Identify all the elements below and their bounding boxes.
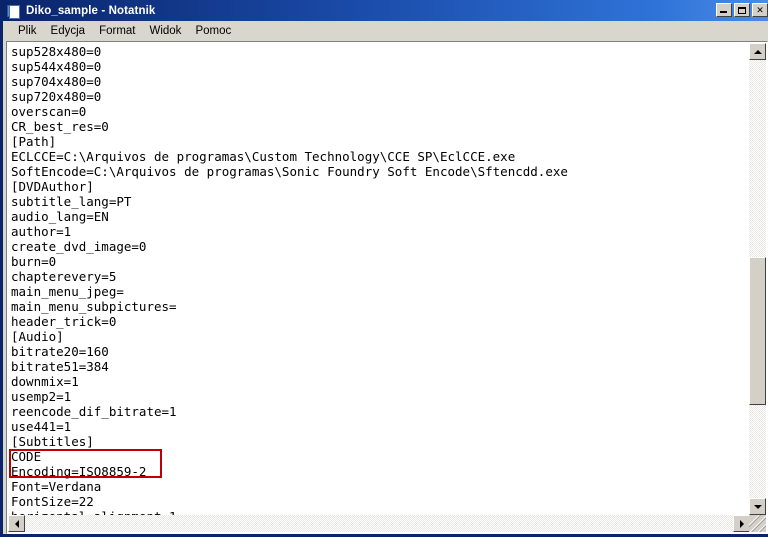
notepad-window: Diko_sample - Notatnik ✕ Plik Edycja For… [0,0,768,537]
menu-item-pomoc[interactable]: Pomoc [188,23,238,39]
editor-line: [Path] [11,134,57,149]
scroll-left-button[interactable] [8,515,25,532]
editor-line: sup528x480=0 [11,44,102,59]
editor-line: ECLCCE=C:\Arquivos de programas\Custom T… [11,149,516,164]
horizontal-scrollbar[interactable] [8,515,750,532]
window-controls: ✕ [716,3,768,17]
maximize-button[interactable] [734,3,750,17]
editor-line: reencode_dif_bitrate=1 [11,404,177,419]
scroll-left-arrow-icon [14,519,19,528]
editor-line: [Subtitles] [11,434,94,449]
editor-line: Font=Verdana [11,479,102,494]
text-editor[interactable]: sup528x480=0 sup544x480=0 sup704x480=0 sup7… [8,43,750,515]
editor-line: create_dvd_image=0 [11,239,147,254]
editor-line: usemp2=1 [11,389,72,404]
window-title: Diko_sample - Notatnik [26,4,156,17]
resize-grip[interactable] [749,515,766,532]
editor-line: [DVDAuthor] [11,179,94,194]
client-area: sup528x480=0 sup544x480=0 sup704x480=0 sup7… [6,41,768,534]
scroll-up-arrow-icon [753,49,762,54]
editor-line: overscan=0 [11,104,87,119]
editor-line: audio_lang=EN [11,209,109,224]
editor-line: CR_best_res=0 [11,119,109,134]
editor-line: use441=1 [11,419,72,434]
scroll-up-button[interactable] [749,43,766,60]
scroll-down-button[interactable] [749,498,766,515]
editor-line: downmix=1 [11,374,79,389]
menu-item-widok[interactable]: Widok [142,23,188,39]
scroll-right-button[interactable] [733,515,750,532]
editor-line: header_trick=0 [11,314,117,329]
menu-item-format[interactable]: Format [92,23,142,39]
editor-line: chapterevery=5 [11,269,117,284]
editor-line: sup704x480=0 [11,74,102,89]
menu-item-plik[interactable]: Plik [11,23,44,39]
editor-line: burn=0 [11,254,57,269]
editor-line: Encoding=ISO8859-2 [11,464,147,479]
title-bar[interactable]: Diko_sample - Notatnik ✕ [3,0,768,21]
notepad-document-icon [7,4,21,19]
editor-line: sup720x480=0 [11,89,102,104]
scroll-down-arrow-icon [753,504,762,509]
menu-item-edycja[interactable]: Edycja [44,23,93,39]
vertical-scrollbar[interactable] [749,43,766,515]
editor-line: bitrate51=384 [11,359,109,374]
editor-line: subtitle_lang=PT [11,194,132,209]
close-icon: ✕ [756,4,764,15]
editor-line: main_menu_subpictures= [11,299,177,314]
editor-line: SoftEncode=C:\Arquivos de programas\Soni… [11,164,568,179]
minimize-button[interactable] [716,3,732,17]
close-button[interactable]: ✕ [752,3,768,17]
scroll-right-arrow-icon [739,519,744,528]
editor-line: FontSize=22 [11,494,94,509]
editor-line: bitrate20=160 [11,344,109,359]
editor-line: [Audio] [11,329,64,344]
vertical-scrollbar-thumb[interactable] [749,257,766,405]
editor-line: author=1 [11,224,72,239]
editor-frame: sup528x480=0 sup544x480=0 sup704x480=0 sup7… [6,41,768,534]
editor-line: CODE [11,449,42,464]
editor-line: main_menu_jpeg= [11,284,124,299]
menu-bar: Plik Edycja Format Widok Pomoc [6,21,768,41]
editor-line: sup544x480=0 [11,59,102,74]
